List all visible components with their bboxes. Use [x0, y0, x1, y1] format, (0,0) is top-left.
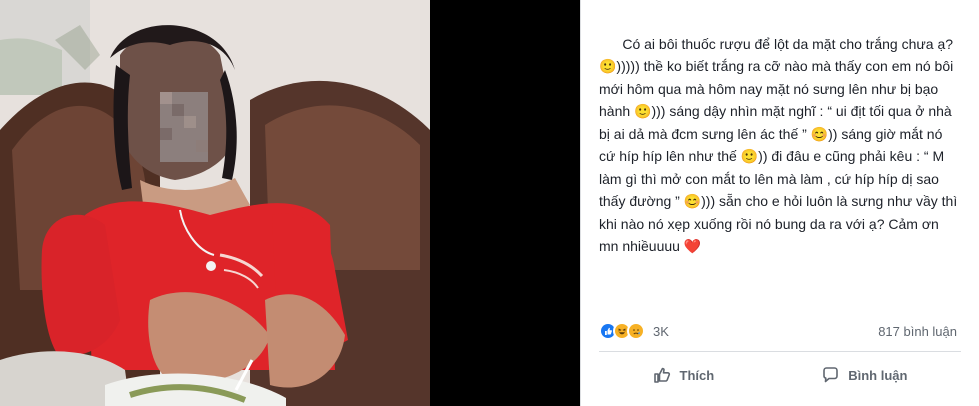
photo-letterbox	[430, 0, 580, 406]
comment-count[interactable]: 817 bình luận	[878, 324, 957, 339]
like-button[interactable]: Thích	[643, 360, 725, 390]
photo-pane	[0, 0, 580, 406]
comment-button-label: Bình luận	[848, 367, 908, 383]
post-actions: Thích Bình luận	[599, 358, 961, 392]
reaction-count[interactable]: 3K	[653, 324, 669, 339]
post-photo[interactable]	[0, 0, 430, 406]
action-divider	[599, 351, 961, 352]
post-caption-text: Có ai bôi thuốc rượu để lột da mặt cho t…	[599, 35, 962, 255]
sad-reaction-icon	[627, 322, 645, 340]
reaction-icons-group[interactable]: 3K	[599, 322, 669, 340]
reactions-summary: 3K 817 bình luận	[599, 321, 957, 341]
heart-emoji: ❤️	[683, 238, 702, 254]
photo-illustration	[0, 0, 430, 406]
post-caption: Có ai bôi thuốc rượu để lột da mặt cho t…	[599, 10, 961, 280]
like-button-label: Thích	[679, 367, 715, 383]
post-sidebar: Có ai bôi thuốc rượu để lột da mặt cho t…	[580, 0, 979, 406]
sad-icon	[629, 324, 643, 338]
like-outline-icon	[653, 367, 670, 383]
photo-viewer: Có ai bôi thuốc rượu để lột da mặt cho t…	[0, 0, 979, 406]
comment-button[interactable]: Bình luận	[811, 360, 917, 390]
comment-outline-icon	[823, 367, 839, 383]
